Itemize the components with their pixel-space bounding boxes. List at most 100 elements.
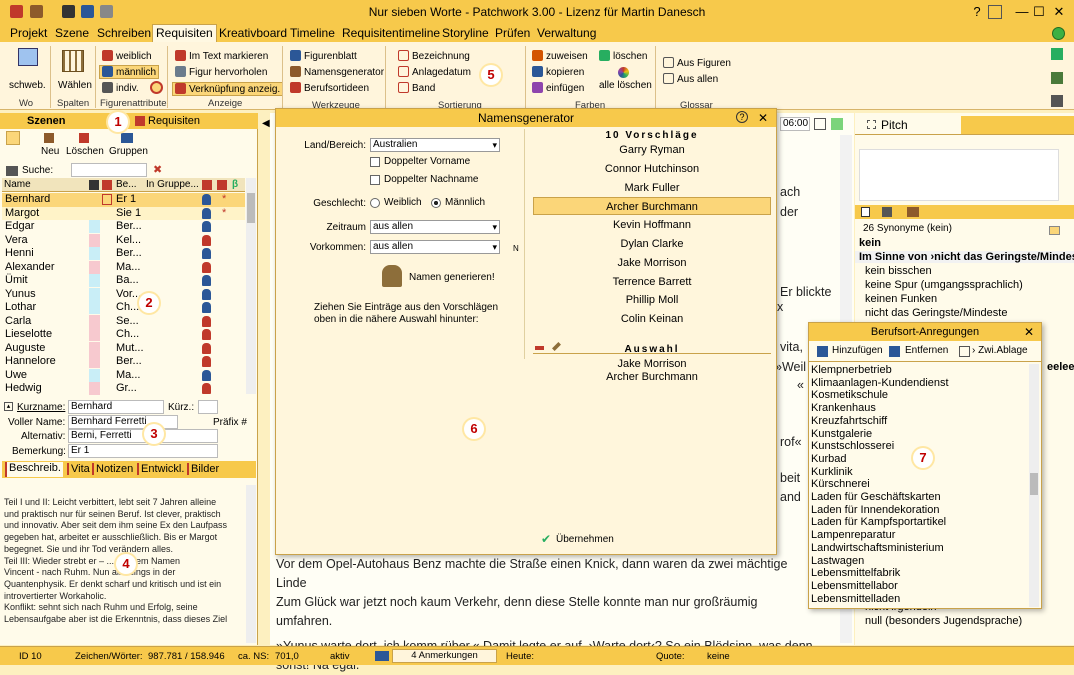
double-lastname-checkbox[interactable] — [370, 175, 380, 185]
col-grid-icon[interactable] — [217, 180, 227, 190]
tab-requisiten[interactable]: Requisiten — [148, 115, 200, 127]
job-location-item[interactable]: Lebensmittelfabrik — [811, 567, 900, 579]
job-location-item[interactable]: Lebensmittelladen — [811, 593, 900, 605]
synonym-item[interactable]: Im Sinne von ›nicht das Geringste/Mindes… — [855, 251, 1074, 263]
color-assign-button[interactable]: zuweisen — [532, 50, 588, 62]
menu-szene[interactable]: Szene — [55, 26, 89, 40]
suggestion-item[interactable]: Dylan Clarke — [533, 235, 771, 253]
thesaurus-icon[interactable] — [907, 207, 919, 217]
menu-timeline[interactable]: Timeline — [290, 26, 335, 40]
bemerkung-field[interactable]: Er 1 — [68, 444, 218, 458]
menu-requisiten[interactable]: Requisiten — [152, 24, 217, 43]
minimize-button[interactable]: — — [1013, 3, 1031, 21]
color-copy-button[interactable]: kopieren — [532, 66, 584, 78]
job-location-item[interactable]: Lampenreparatur — [811, 529, 895, 541]
table-row[interactable]: Lothar Ch... — [2, 301, 245, 315]
female-radio[interactable] — [370, 198, 380, 208]
col-b-icon[interactable]: β — [232, 179, 238, 190]
selection-item[interactable]: Archer Burchmann — [533, 371, 771, 384]
job-location-item[interactable]: Klempnerbetrieb — [811, 364, 892, 376]
generate-button[interactable]: Namen generieren! — [409, 272, 495, 283]
job-location-item[interactable]: Kreuzfahrtschiff — [811, 415, 887, 427]
remove-button[interactable]: Entfernen — [905, 345, 948, 356]
table-scroll-thumb[interactable] — [247, 193, 255, 223]
table-row[interactable]: Bernhard Er 1 * — [2, 193, 245, 207]
job-location-item[interactable]: Landwirtschaftsministerium — [811, 542, 944, 554]
suggestion-item[interactable]: Jake Morrison — [533, 254, 771, 272]
suggestion-item[interactable]: Colin Keinan — [533, 310, 771, 328]
job-location-item[interactable]: Kurklinik — [811, 466, 853, 478]
tab-vita[interactable]: Vita — [67, 463, 90, 475]
suggestion-item[interactable]: Phillip Moll — [533, 291, 771, 309]
annotations-icon[interactable] — [375, 651, 389, 661]
add-button[interactable]: Hinzufügen — [832, 345, 883, 356]
tab-bilder[interactable]: Bilder — [187, 463, 219, 475]
side-tool-icon-3[interactable] — [1051, 95, 1063, 107]
job-location-item[interactable]: Klimaanlagen-Kundendienst — [811, 377, 949, 389]
table-row[interactable]: Lieselotte Ch... — [2, 328, 245, 342]
target-icon[interactable] — [150, 81, 163, 94]
close-button[interactable]: ✕ — [1050, 3, 1068, 21]
desc-scrollbar[interactable] — [246, 485, 256, 643]
from-all-button[interactable]: Aus allen — [663, 73, 718, 85]
vorkommen-select[interactable]: aus allen — [370, 240, 500, 254]
job-location-item[interactable]: Lebensmittellabor — [811, 580, 898, 592]
dialog-close-button[interactable]: ✕ — [758, 111, 768, 125]
table-row[interactable]: Uwe Ma... — [2, 368, 245, 383]
from-figures-button[interactable]: Aus Figuren — [663, 57, 731, 69]
new-button[interactable]: Neu — [41, 146, 59, 157]
menu-schreiben[interactable]: Schreiben — [97, 26, 151, 40]
individual-button[interactable]: indiv. — [102, 82, 139, 94]
annotations-count[interactable]: 4 Anmerkungen — [392, 649, 497, 663]
suggestion-item[interactable]: Archer Burchmann — [533, 197, 771, 216]
menu-requisitentimeline[interactable]: Requisitentimeline — [342, 26, 440, 40]
double-firstname-checkbox[interactable] — [370, 157, 380, 167]
figures-toggle-icon[interactable] — [6, 131, 20, 145]
menu-projekt[interactable]: Projekt — [10, 26, 47, 40]
dialog-help-button[interactable]: ? — [736, 111, 748, 123]
selection-item[interactable]: Jake Morrison — [533, 358, 771, 371]
delete-figure-icon[interactable] — [79, 133, 89, 143]
table-row[interactable]: Hedwig Gr... — [2, 382, 245, 396]
name-generator-button[interactable]: Namensgenerator — [290, 66, 384, 78]
tab-entwickl[interactable]: Entwickl. — [137, 463, 184, 475]
table-row[interactable]: Ümit Ba... — [2, 274, 245, 288]
job-location-item[interactable]: Krankenhaus — [811, 402, 876, 414]
suggestion-item[interactable]: Connor Hutchinson — [533, 160, 771, 178]
synonym-tool-icon[interactable] — [882, 207, 892, 217]
maximize-button[interactable]: ☐ — [1030, 3, 1048, 21]
menu-verwaltung[interactable]: Verwaltung — [537, 26, 596, 40]
synonym-item[interactable]: keinen Funken — [865, 293, 937, 305]
suggestion-item[interactable]: Mark Fuller — [533, 179, 771, 197]
col-color-icon[interactable] — [89, 180, 99, 190]
job-location-item[interactable]: Laden für Kampfsportartikel — [811, 516, 946, 528]
tree-icon[interactable] — [6, 166, 18, 176]
tab-pitch[interactable]: Pitch — [881, 118, 908, 132]
synonym-item[interactable]: kein bisschen — [865, 265, 932, 277]
land-select[interactable]: Australien — [370, 138, 500, 152]
color-paste-button[interactable]: einfügen — [532, 82, 584, 94]
job-location-item[interactable]: Laden für Geschäftskarten — [811, 491, 941, 503]
table-row[interactable]: Hannelore Ber... — [2, 355, 245, 369]
tab-beschreib[interactable]: Beschreib. — [5, 462, 63, 477]
table-row[interactable]: Auguste Mut... — [2, 341, 245, 356]
calendar-icon[interactable] — [814, 118, 826, 130]
time-field[interactable]: 06:00 — [780, 117, 810, 131]
mark-in-text-button[interactable]: Im Text markieren — [175, 50, 268, 62]
clipboard-button[interactable]: › Zwi.Ablage — [972, 345, 1028, 356]
col-be[interactable]: Be... — [116, 179, 137, 190]
choose-columns-button[interactable]: Wählen — [58, 80, 92, 91]
clear-search-icon[interactable]: ✖ — [153, 163, 162, 176]
table-row[interactable]: Margot Sie 1 * — [2, 206, 245, 220]
menu-kreativboard[interactable]: Kreativboard — [219, 26, 287, 40]
color-delete-all-button[interactable]: alle löschen — [599, 80, 652, 91]
kurz-field[interactable] — [198, 400, 218, 414]
table-row[interactable]: Vera Kel... — [2, 233, 245, 248]
job-location-item[interactable]: Lastwagen — [811, 555, 864, 567]
collapse-left-icon[interactable]: ◀ — [262, 118, 270, 129]
beruf-close-button[interactable]: ✕ — [1024, 325, 1034, 339]
table-row[interactable]: Edgar Ber... — [2, 220, 245, 234]
alternativ-field[interactable]: Berni, Ferretti — [68, 429, 218, 443]
show-link-button[interactable]: Verknüpfung anzeig. — [172, 82, 284, 96]
pitch-area[interactable] — [859, 149, 1059, 201]
